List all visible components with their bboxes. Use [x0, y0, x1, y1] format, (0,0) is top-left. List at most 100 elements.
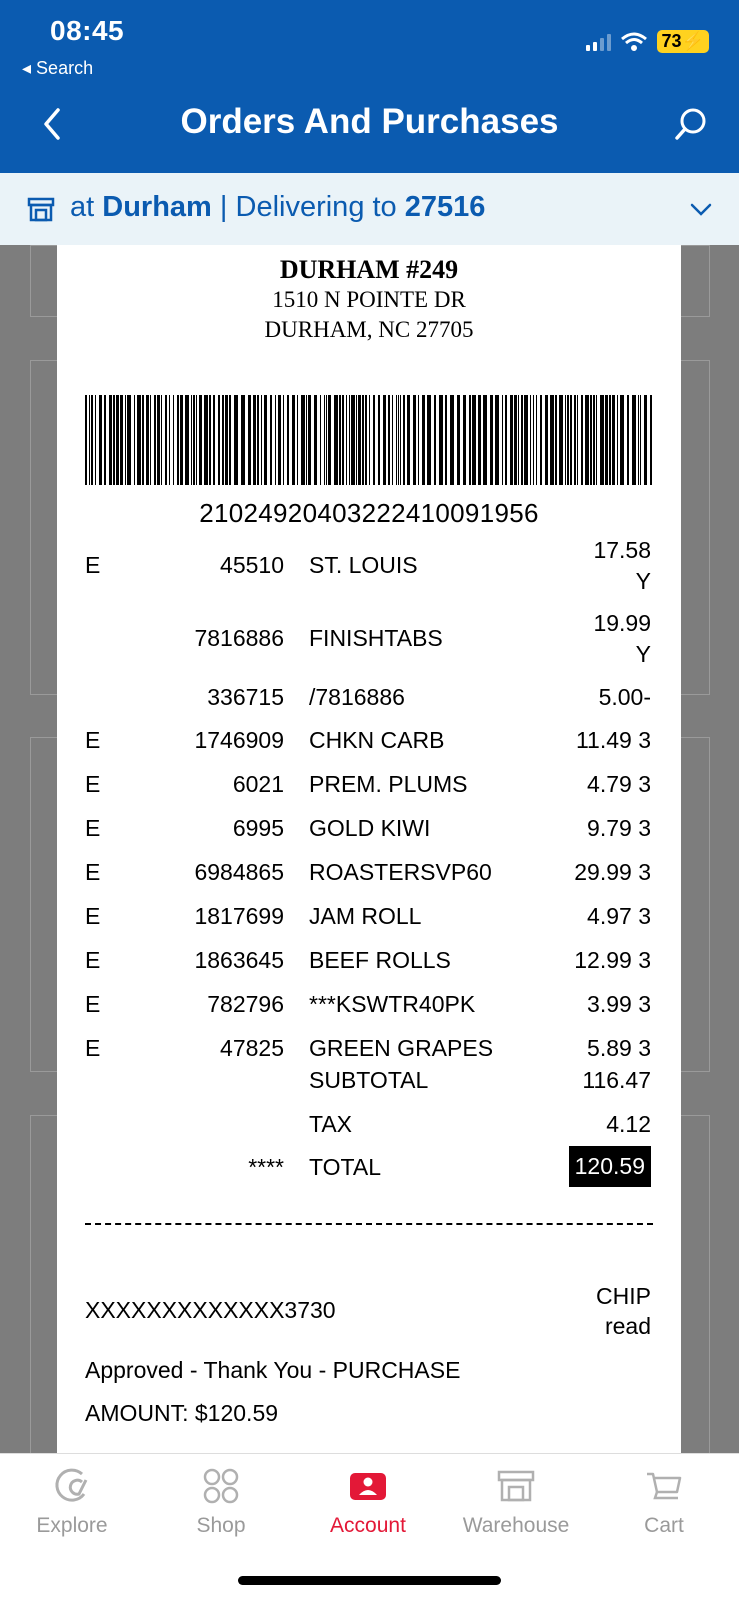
item-description: ST. LOUIS — [309, 552, 418, 578]
item-description: ***KSWTR40PK — [309, 991, 476, 1017]
item-tax-flag: E — [85, 903, 101, 929]
tab-explore[interactable]: Explore — [7, 1466, 137, 1538]
total-stars: **** — [248, 1154, 284, 1180]
stacked-receipt-right-1 — [678, 245, 710, 317]
chevron-down-icon[interactable] — [689, 199, 713, 219]
item-price: 9.79 3 — [587, 815, 651, 841]
subtotal-label: SUBTOTAL — [309, 1067, 429, 1093]
subtotal-value: 116.47 — [582, 1067, 651, 1093]
item-code: 1746909 — [194, 727, 284, 753]
status-time: 08:45 — [50, 15, 125, 46]
tax-label: TAX — [309, 1111, 353, 1137]
receipt-address-line1: 1510 N POINTE DR — [272, 287, 466, 312]
item-description: JAM ROLL — [309, 903, 422, 929]
back-to-app-link[interactable]: ◂ Search — [22, 58, 93, 79]
app-header: 08:45 ◂ Search 73⚡ Orders And Purchases — [0, 0, 739, 173]
item-price: 5.89 3 — [587, 1035, 651, 1061]
account-icon — [350, 1473, 386, 1500]
shop-grid-icon — [203, 1468, 239, 1504]
item-price: 4.79 3 — [587, 771, 651, 797]
item-code: 6021 — [232, 771, 284, 797]
warehouse-store-icon — [27, 197, 55, 222]
receipt-divider — [85, 1223, 653, 1225]
tab-label: Cart — [644, 1514, 684, 1537]
tab-label: Account — [330, 1514, 406, 1537]
search-icon[interactable] — [673, 106, 709, 142]
cellular-signal-icon — [585, 33, 611, 51]
tab-warehouse[interactable]: Warehouse — [451, 1466, 581, 1538]
tab-label: Shop — [196, 1514, 246, 1537]
tab-shop[interactable]: Shop — [156, 1466, 286, 1538]
item-code: 336715 — [207, 684, 284, 710]
receipt-barcode — [85, 395, 652, 485]
card-number: XXXXXXXXXXXXX3730 — [85, 1297, 336, 1323]
item-code: 6984865 — [194, 859, 284, 885]
item-price: 12.99 3 — [574, 947, 651, 973]
item-tax-flag: E — [85, 1035, 101, 1061]
explore-icon — [55, 1468, 88, 1502]
location-text: at Durham | Delivering to 27516 — [70, 191, 486, 223]
location-selector[interactable]: at Durham | Delivering to 27516 — [0, 173, 739, 245]
item-tax-flag: E — [85, 947, 101, 973]
store-location: Durham — [102, 191, 212, 223]
amount-text: AMOUNT: $120.59 — [85, 1400, 279, 1426]
item-price: 29.99 3 — [574, 859, 651, 885]
tab-label: Warehouse — [462, 1514, 570, 1537]
stacked-receipt-left-1 — [30, 245, 60, 317]
chip-read-label: CHIP read — [596, 1283, 651, 1339]
item-tax-code: Y — [635, 568, 651, 594]
stacked-receipt-right-3 — [678, 737, 710, 1072]
item-code: 45510 — [220, 552, 284, 578]
item-price: 17.58 — [593, 537, 651, 563]
total-label: TOTAL — [309, 1154, 381, 1180]
battery-indicator: 73⚡ — [656, 30, 709, 53]
item-code: 7816886 — [194, 625, 284, 651]
item-code: 782796 — [207, 991, 284, 1017]
tab-account[interactable]: Account — [303, 1466, 433, 1538]
approval-text: Approved - Thank You - PURCHASE — [85, 1357, 461, 1383]
item-description: PREM. PLUMS — [309, 771, 468, 797]
item-description: GREEN GRAPES — [309, 1035, 494, 1061]
wifi-icon — [620, 32, 647, 51]
item-price: 19.99 — [593, 610, 651, 636]
item-tax-code: Y — [635, 641, 651, 667]
item-description: BEEF ROLLS — [309, 947, 451, 973]
item-tax-flag: E — [85, 991, 101, 1017]
item-price: 11.49 3 — [575, 727, 651, 753]
item-tax-flag: E — [85, 859, 101, 885]
stacked-receipt-right-4 — [678, 1115, 710, 1455]
receipt-store-name: DURHAM #249 — [279, 255, 459, 284]
item-price: 5.00- — [598, 684, 651, 710]
back-app-label: Search — [36, 58, 94, 78]
delivery-zip: 27516 — [404, 191, 486, 223]
item-code: 1817699 — [194, 903, 284, 929]
item-description: GOLD KIWI — [309, 815, 431, 841]
item-tax-flag: E — [85, 552, 101, 578]
item-description: ROASTERSVP60 — [309, 859, 492, 885]
warehouse-icon — [497, 1470, 535, 1502]
barcode-number: 21024920403222410091956 — [199, 498, 539, 528]
item-price: 4.97 3 — [587, 903, 651, 929]
item-code: 47825 — [220, 1035, 284, 1061]
tab-label: Explore — [36, 1514, 108, 1537]
item-description: CHKN CARB — [309, 727, 445, 753]
cart-icon — [647, 1472, 682, 1500]
item-tax-flag: E — [85, 727, 101, 753]
item-code: 6995 — [232, 815, 284, 841]
item-description: /7816886 — [309, 684, 405, 710]
item-tax-flag: E — [85, 815, 101, 841]
home-indicator — [238, 1576, 501, 1585]
stacked-receipt-left-4 — [30, 1115, 60, 1455]
tab-cart[interactable]: Cart — [599, 1466, 729, 1538]
stacked-receipt-right-2 — [678, 360, 710, 695]
receipt-address-line2: DURHAM, NC 27705 — [264, 317, 474, 342]
tax-value: 4.12 — [606, 1111, 651, 1137]
page-title: Orders And Purchases — [180, 102, 559, 141]
item-price: 3.99 3 — [587, 991, 651, 1017]
receipt: DURHAM #249 1510 N POINTE DR DURHAM, NC … — [57, 245, 681, 1453]
stacked-receipt-left-3 — [30, 737, 60, 1072]
stacked-receipt-left-2 — [30, 360, 60, 695]
total-value: 120.59 — [568, 1146, 651, 1187]
item-description: FINISHTABS — [309, 625, 443, 651]
status-indicators: 73⚡ — [585, 30, 709, 53]
